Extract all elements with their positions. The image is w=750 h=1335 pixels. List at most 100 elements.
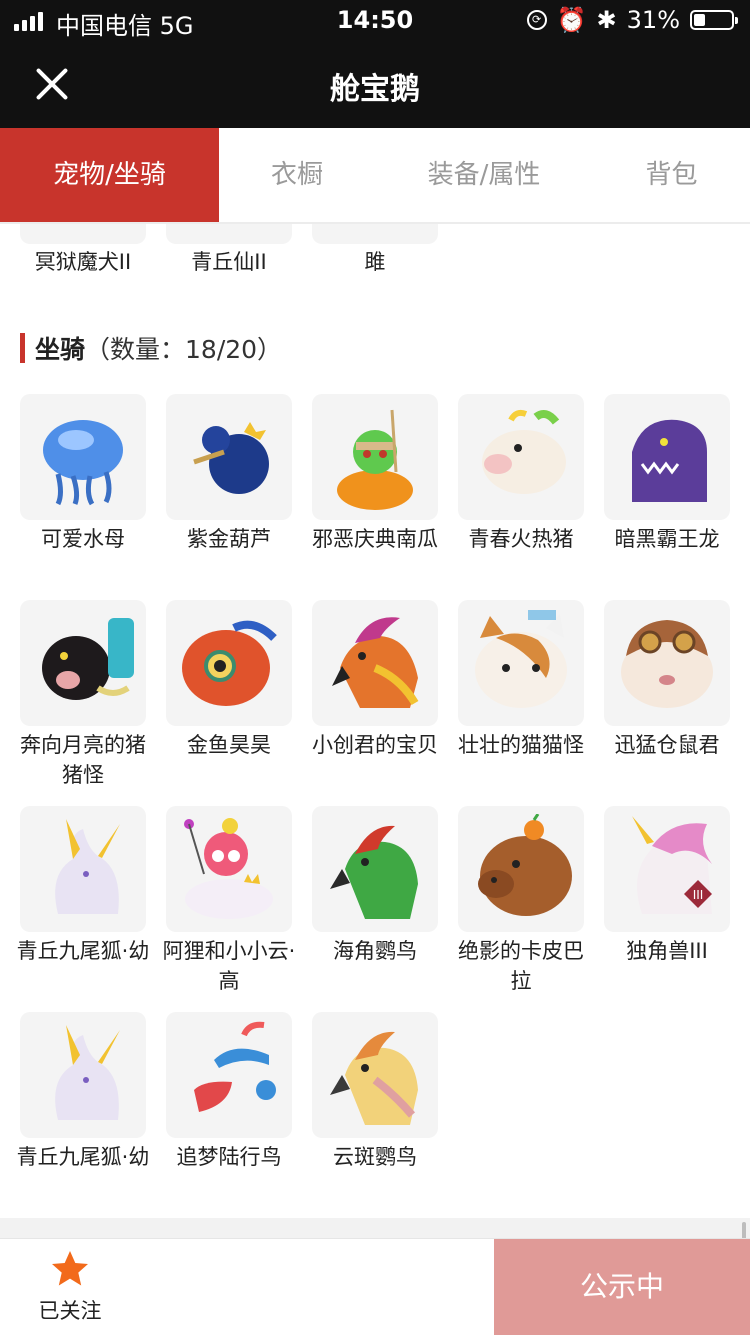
- mount-thumbnail[interactable]: [20, 806, 146, 932]
- mount-item[interactable]: 邪恶庆典南瓜: [312, 394, 438, 554]
- mount-name: 暗黑霸王龙: [614, 527, 720, 551]
- mount-name: 云斑鹦鸟: [333, 1145, 417, 1169]
- mount-thumbnail[interactable]: [166, 806, 292, 932]
- mount-name: 绝影的卡皮巴拉: [458, 939, 584, 993]
- pig-icon: [482, 409, 566, 494]
- tab-pets-mounts[interactable]: 宠物/坐骑: [0, 128, 219, 222]
- scrollbar[interactable]: [742, 1222, 746, 1238]
- mount-item[interactable]: 暗黑霸王龙: [604, 394, 730, 554]
- unicorn-icon: III: [632, 816, 712, 914]
- mount-name: 迅猛仓鼠君: [614, 733, 720, 757]
- pet-thumbnail[interactable]: [20, 222, 146, 244]
- publish-status-button[interactable]: 公示中: [494, 1239, 750, 1335]
- mount-name: 海角鹦鸟: [333, 939, 417, 963]
- mount-thumbnail[interactable]: [20, 1012, 146, 1138]
- mount-name: 可爱水母: [41, 527, 125, 551]
- bluetooth-icon: ✱: [596, 6, 617, 34]
- mount-item[interactable]: 青丘九尾狐·幼: [17, 806, 149, 966]
- mount-name: 紫金葫芦: [187, 527, 271, 551]
- fox-icon: [55, 1025, 120, 1120]
- jellyfish-icon: [43, 420, 123, 506]
- mount-item[interactable]: 可爱水母: [20, 394, 146, 554]
- fox-icon: [55, 819, 120, 914]
- bottom-bar: 已关注 公示中: [0, 1238, 750, 1335]
- mount-thumbnail[interactable]: [166, 600, 292, 726]
- tab-backpack[interactable]: 背包: [593, 128, 750, 222]
- pet-thumbnail[interactable]: [166, 222, 292, 244]
- mount-item[interactable]: 海角鹦鸟: [312, 806, 438, 966]
- parrot-icon: [330, 825, 418, 919]
- mount-item[interactable]: 绝影的卡皮巴拉: [458, 806, 584, 996]
- alarm-icon: ⏰: [556, 6, 587, 34]
- mount-thumbnail[interactable]: [312, 600, 438, 726]
- mount-name: 青丘九尾狐·幼: [16, 939, 150, 963]
- mount-thumbnail[interactable]: [458, 806, 584, 932]
- cat-icon: [475, 610, 567, 708]
- mount-thumbnail[interactable]: [312, 806, 438, 932]
- section-count: （数量：18/20）: [85, 335, 283, 364]
- mount-item[interactable]: 云斑鹦鸟: [312, 1012, 438, 1172]
- follow-button[interactable]: 已关注: [20, 1249, 120, 1325]
- mount-thumbnail[interactable]: [604, 600, 730, 726]
- battery-icon: [690, 10, 738, 30]
- mount-name: 阿狸和小小云·高: [162, 939, 296, 993]
- cockatoo-icon: [330, 1031, 418, 1125]
- star-icon: [52, 1251, 88, 1286]
- section-divider: [0, 1218, 750, 1238]
- mount-item[interactable]: 小创君的宝贝: [312, 600, 438, 760]
- mount-item[interactable]: 青丘九尾狐·幼: [17, 1012, 149, 1172]
- pumpkin-icon: [337, 409, 413, 510]
- mount-item[interactable]: 紫金葫芦: [166, 394, 292, 554]
- phoenix-icon: [332, 617, 419, 708]
- mount-thumbnail[interactable]: [312, 394, 438, 520]
- pet-name: 冥狱魔犬II: [34, 250, 132, 274]
- gourd-icon: [193, 422, 269, 494]
- mount-item[interactable]: 金鱼昊昊: [166, 600, 292, 760]
- mount-item[interactable]: 奔向月亮的猪猪怪: [20, 600, 146, 790]
- rotation-lock-icon: ⟳: [526, 10, 547, 30]
- ali-cloud-icon: [184, 818, 273, 919]
- dinosaur-icon: [632, 419, 707, 502]
- mount-name: 奔向月亮的猪猪怪: [20, 733, 146, 787]
- mount-thumbnail[interactable]: [458, 600, 584, 726]
- pet-name: 雎: [364, 250, 386, 274]
- section-accent-bar: [20, 333, 25, 363]
- pet-name: 青丘仙II: [191, 250, 267, 274]
- mount-thumbnail[interactable]: [604, 394, 730, 520]
- page-title: 舱宝鹅: [330, 72, 420, 107]
- pet-thumbnail[interactable]: [312, 222, 438, 244]
- mount-item[interactable]: 阿狸和小小云·高: [163, 806, 295, 996]
- mount-thumbnail[interactable]: [166, 394, 292, 520]
- mount-name: 邪恶庆典南瓜: [312, 527, 438, 551]
- content-area[interactable]: 冥狱魔犬II 青丘仙II 雎 坐骑 （数量：18/20） 可爱水母 紫金葫芦 邪恶庆…: [0, 222, 750, 1238]
- mount-item[interactable]: III 独角兽III: [604, 806, 730, 966]
- bird-headphone-icon: [194, 1021, 276, 1126]
- mount-thumbnail[interactable]: [166, 1012, 292, 1138]
- mount-name: 青春火热猪: [468, 527, 574, 551]
- mount-thumbnail[interactable]: [458, 394, 584, 520]
- mount-item[interactable]: 迅猛仓鼠君: [604, 600, 730, 760]
- follow-label: 已关注: [38, 1299, 102, 1323]
- black-pig-icon: [42, 618, 134, 700]
- capybara-icon: [478, 814, 572, 916]
- mount-item[interactable]: 追梦陆行鸟: [166, 1012, 292, 1172]
- mount-item[interactable]: 壮壮的猫猫怪: [458, 600, 584, 760]
- battery-percent: 31%: [626, 6, 680, 34]
- mount-name: 追梦陆行鸟: [176, 1145, 282, 1169]
- mount-item[interactable]: 青春火热猪: [458, 394, 584, 554]
- goldfish-icon: [182, 620, 277, 706]
- mount-name: 金鱼昊昊: [187, 733, 271, 757]
- mount-name: 壮壮的猫猫怪: [458, 733, 584, 757]
- status-bar: 中国电信 5G 14:50 ⟳ ⏰ ✱ 31%: [0, 0, 750, 42]
- mount-name: 青丘九尾狐·幼: [16, 1145, 150, 1169]
- tab-equipment[interactable]: 装备/属性: [375, 128, 593, 222]
- mount-thumbnail[interactable]: [312, 1012, 438, 1138]
- mount-thumbnail[interactable]: [20, 600, 146, 726]
- mount-name: 独角兽III: [626, 939, 708, 963]
- mount-thumbnail[interactable]: [20, 394, 146, 520]
- svg-text:III: III: [693, 888, 704, 902]
- mount-thumbnail[interactable]: III: [604, 806, 730, 932]
- tab-wardrobe[interactable]: 衣橱: [219, 128, 375, 222]
- mounts-section-title: 坐骑 （数量：18/20）: [20, 330, 282, 366]
- mount-name: 小创君的宝贝: [312, 733, 438, 757]
